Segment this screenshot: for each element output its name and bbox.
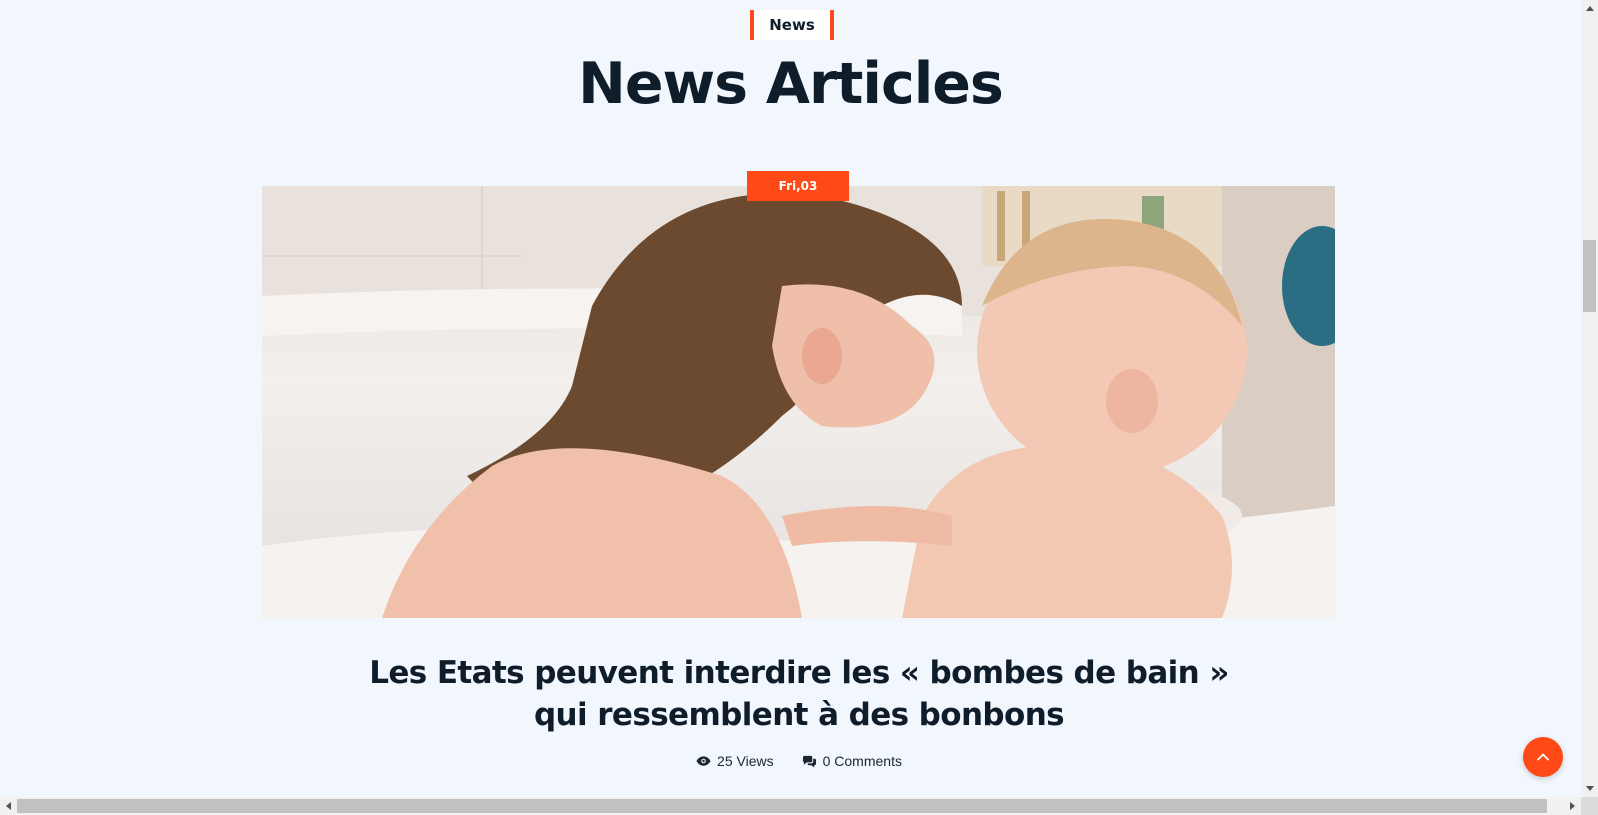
views-meta: 25 Views — [696, 753, 774, 769]
page: News News Articles Fri,03 Les Etats peuv… — [0, 0, 1581, 797]
article-meta: 25 Views 0 Comments — [0, 753, 1581, 769]
views-count: 25 Views — [717, 753, 774, 769]
scroll-down-arrow-icon[interactable] — [1581, 780, 1598, 797]
comments-count: 0 Comments — [822, 753, 902, 769]
vertical-scrollbar[interactable] — [1581, 0, 1598, 797]
section-tag: News — [750, 10, 834, 40]
section-tag-label: News — [769, 16, 815, 34]
horizontal-scrollbar-thumb[interactable] — [17, 799, 1547, 813]
comments-icon — [802, 755, 817, 768]
scroll-left-arrow-icon[interactable] — [0, 797, 17, 815]
date-badge: Fri,03 — [747, 171, 849, 201]
horizontal-scrollbar[interactable] — [0, 797, 1581, 815]
chevron-up-icon — [1536, 748, 1550, 766]
comments-meta[interactable]: 0 Comments — [802, 753, 902, 769]
scrollbar-corner — [1581, 797, 1598, 815]
article-title[interactable]: Les Etats peuvent interdire les « bombes… — [340, 652, 1258, 736]
back-to-top-button[interactable] — [1523, 737, 1563, 777]
section-title: News Articles — [578, 51, 1004, 117]
scroll-up-arrow-icon[interactable] — [1581, 0, 1598, 17]
article-image-illustration — [262, 186, 1335, 618]
scroll-right-arrow-icon[interactable] — [1564, 797, 1581, 815]
article-image[interactable] — [262, 186, 1335, 618]
vertical-scrollbar-thumb[interactable] — [1583, 240, 1596, 312]
eye-icon — [696, 755, 711, 767]
